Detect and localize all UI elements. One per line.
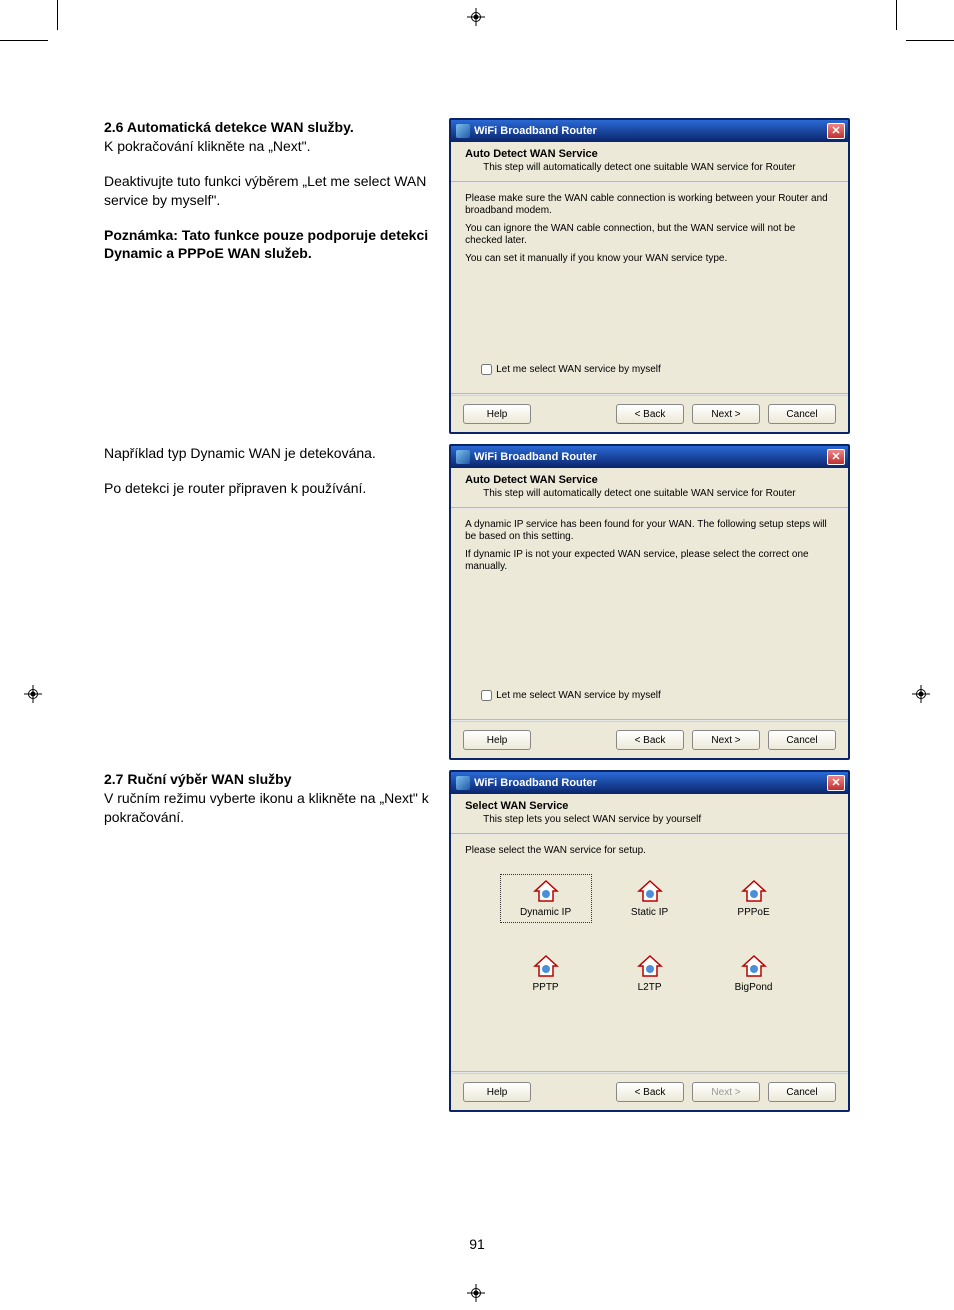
icon-label: L2TP [638, 982, 662, 993]
registration-mark-icon [467, 8, 485, 26]
dialog-header-sub: This step will automatically detect one … [465, 488, 834, 499]
wan-icon-l2tp[interactable]: L2TP [605, 950, 695, 997]
wan-icon-bigpond[interactable]: BigPond [709, 950, 799, 997]
crop-mark [906, 40, 954, 41]
dialog-body: Please select the WAN service for setup.… [451, 835, 848, 1071]
wan-icon-dynamic-ip[interactable]: Dynamic IP [501, 875, 591, 922]
icon-label: PPTP [532, 982, 558, 993]
body-text: If dynamic IP is not your expected WAN s… [465, 549, 834, 573]
let-me-select-checkbox[interactable] [481, 690, 492, 701]
back-button[interactable]: < Back [616, 1082, 684, 1102]
dialog-header-title: Auto Detect WAN Service [465, 148, 834, 160]
titlebar: WiFi Broadband Router ✕ [451, 772, 848, 794]
body-text: K pokračování klikněte na „Next". [104, 138, 311, 154]
dialog-auto-detect-2: WiFi Broadband Router ✕ Auto Detect WAN … [449, 444, 850, 760]
icon-label: Static IP [631, 907, 668, 918]
crop-mark [896, 0, 897, 30]
next-button[interactable]: Next > [692, 1082, 760, 1102]
cancel-button[interactable]: Cancel [768, 404, 836, 424]
next-button[interactable]: Next > [692, 404, 760, 424]
help-button[interactable]: Help [463, 1082, 531, 1102]
let-me-select-checkbox[interactable] [481, 364, 492, 375]
app-icon [456, 450, 470, 464]
body-text: Například typ Dynamic WAN je detekována. [104, 444, 435, 463]
body-text: A dynamic IP service has been found for … [465, 519, 834, 543]
dialog-header-title: Auto Detect WAN Service [465, 474, 834, 486]
cancel-button[interactable]: Cancel [768, 1082, 836, 1102]
close-icon[interactable]: ✕ [827, 449, 845, 465]
icon-label: Dynamic IP [520, 907, 571, 918]
page-number: 91 [0, 1236, 954, 1252]
help-button[interactable]: Help [463, 404, 531, 424]
checkbox-label: Let me select WAN service by myself [496, 690, 661, 701]
house-globe-icon [533, 879, 559, 903]
dialog-body: A dynamic IP service has been found for … [451, 509, 848, 719]
house-globe-icon [533, 954, 559, 978]
registration-mark-icon [912, 685, 930, 703]
body-text: Please make sure the WAN cable connectio… [465, 193, 834, 217]
dialog-header: Auto Detect WAN Service This step will a… [451, 142, 848, 181]
body-text: You can ignore the WAN cable connection,… [465, 223, 834, 247]
back-button[interactable]: < Back [616, 404, 684, 424]
checkbox-label: Let me select WAN service by myself [496, 364, 661, 375]
section-heading: 2.6 Automatická detekce WAN služby. [104, 119, 354, 135]
dialog-header-title: Select WAN Service [465, 800, 834, 812]
house-globe-icon [741, 879, 767, 903]
dialog-body: Please make sure the WAN cable connectio… [451, 183, 848, 393]
window-title: WiFi Broadband Router [474, 451, 597, 463]
dialog-header-sub: This step lets you select WAN service by… [465, 814, 834, 825]
help-button[interactable]: Help [463, 730, 531, 750]
titlebar: WiFi Broadband Router ✕ [451, 446, 848, 468]
icon-label: PPPoE [737, 907, 769, 918]
close-icon[interactable]: ✕ [827, 775, 845, 791]
cancel-button[interactable]: Cancel [768, 730, 836, 750]
icon-label: BigPond [735, 982, 773, 993]
app-icon [456, 776, 470, 790]
close-icon[interactable]: ✕ [827, 123, 845, 139]
body-text: Po detekci je router připraven k používá… [104, 479, 435, 498]
window-title: WiFi Broadband Router [474, 777, 597, 789]
body-text: V ručním režimu vyberte ikonu a klikněte… [104, 790, 429, 825]
dialog-auto-detect-1: WiFi Broadband Router ✕ Auto Detect WAN … [449, 118, 850, 434]
app-icon [456, 124, 470, 138]
dialog-header: Select WAN Service This step lets you se… [451, 794, 848, 833]
registration-mark-icon [24, 685, 42, 703]
registration-mark-icon [467, 1284, 485, 1302]
crop-mark [57, 0, 58, 30]
crop-mark [0, 40, 48, 41]
note-text: Poznámka: Tato funkce pouze podporuje de… [104, 226, 435, 264]
body-text: You can set it manually if you know your… [465, 253, 834, 265]
dialog-header: Auto Detect WAN Service This step will a… [451, 468, 848, 507]
next-button[interactable]: Next > [692, 730, 760, 750]
section-heading: 2.7 Ruční výběr WAN služby [104, 771, 292, 787]
body-text: Deaktivujte tuto funkci výběrem „Let me … [104, 172, 435, 210]
body-text: Please select the WAN service for setup. [465, 845, 834, 857]
wan-icon-pppoe[interactable]: PPPoE [709, 875, 799, 922]
wan-icon-pptp[interactable]: PPTP [501, 950, 591, 997]
house-globe-icon [741, 954, 767, 978]
back-button[interactable]: < Back [616, 730, 684, 750]
dialog-select-wan: WiFi Broadband Router ✕ Select WAN Servi… [449, 770, 850, 1112]
wan-icon-static-ip[interactable]: Static IP [605, 875, 695, 922]
titlebar: WiFi Broadband Router ✕ [451, 120, 848, 142]
house-globe-icon [637, 879, 663, 903]
house-globe-icon [637, 954, 663, 978]
window-title: WiFi Broadband Router [474, 125, 597, 137]
dialog-header-sub: This step will automatically detect one … [465, 162, 834, 173]
